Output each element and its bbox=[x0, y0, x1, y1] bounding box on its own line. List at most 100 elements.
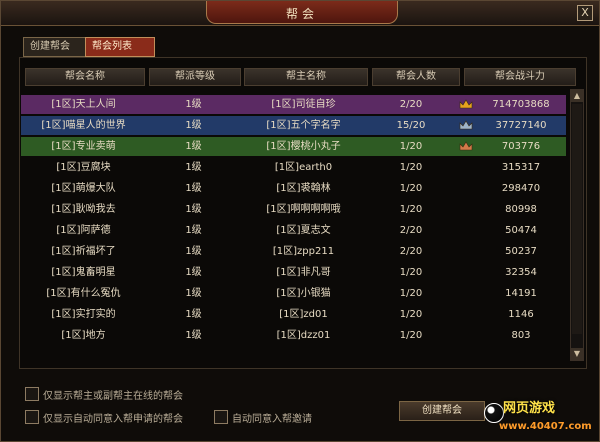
member-count-cell: 1/20 bbox=[399, 309, 423, 320]
header-guild-level[interactable]: 帮派等级 bbox=[149, 68, 241, 86]
tab-guild-list[interactable]: 帮会列表 bbox=[85, 37, 155, 57]
create-guild-button[interactable]: 创建帮会 bbox=[399, 401, 485, 421]
leader-name-cell: [1区]啊啊啊啊哦 bbox=[266, 204, 341, 215]
guild-level-cell: 1级 bbox=[185, 225, 202, 236]
auto-accept-only-checkbox[interactable] bbox=[25, 410, 39, 424]
guild-level-cell: 1级 bbox=[185, 267, 202, 278]
table-row[interactable]: [1区]阿萨德 1级 [1区]夏志文 2/20 50474 bbox=[21, 221, 566, 240]
table-row[interactable]: [1区]祈福坏了 1级 [1区]zpp211 2/20 50237 bbox=[21, 242, 566, 261]
table-row[interactable]: [1区]豆腐块 1级 [1区]earth0 1/20 315317 bbox=[21, 158, 566, 177]
title-bar: 帮会 X bbox=[1, 1, 599, 26]
leader-name-cell: [1区]樱桃小丸子 bbox=[266, 141, 341, 152]
scroll-down-icon[interactable]: ▼ bbox=[571, 348, 583, 360]
guild-level-cell: 1级 bbox=[185, 330, 202, 341]
header-member-count[interactable]: 帮会人数 bbox=[372, 68, 460, 86]
soccer-ball-icon bbox=[484, 403, 504, 423]
guild-level-cell: 1级 bbox=[185, 246, 202, 257]
guild-power-cell: 714703868 bbox=[492, 99, 550, 110]
header-leader-name[interactable]: 帮主名称 bbox=[244, 68, 368, 86]
guild-name-cell: [1区]地方 bbox=[61, 330, 106, 341]
table-row[interactable]: [1区]实打实的 1级 [1区]zd01 1/20 1146 bbox=[21, 305, 566, 324]
leader-name-cell: [1区]五个字名字 bbox=[266, 120, 341, 131]
member-count-cell: 2/20 bbox=[399, 225, 423, 236]
close-button[interactable]: X bbox=[577, 5, 593, 21]
table-row[interactable]: [1区]地方 1级 [1区]dzz01 1/20 803 bbox=[21, 326, 566, 345]
online-only-label: 仅显示帮主或副帮主在线的帮会 bbox=[43, 391, 183, 402]
member-count-cell: 1/20 bbox=[399, 204, 423, 215]
table-row[interactable]: [1区]萌爆大队 1级 [1区]裘翰林 1/20 298470 bbox=[21, 179, 566, 198]
leader-name-cell: [1区]裘翰林 bbox=[276, 183, 331, 194]
guild-name-cell: [1区]有什么冤仇 bbox=[46, 288, 121, 299]
leader-name-cell: [1区]夏志文 bbox=[276, 225, 331, 236]
guild-name-cell: [1区]萌爆大队 bbox=[51, 183, 116, 194]
guild-level-cell: 1级 bbox=[185, 204, 202, 215]
guild-power-cell: 703776 bbox=[501, 141, 541, 152]
member-count-cell: 1/20 bbox=[399, 162, 423, 173]
guild-level-cell: 1级 bbox=[185, 99, 202, 110]
member-count-cell: 1/20 bbox=[399, 267, 423, 278]
watermark-text: 网页游戏 bbox=[503, 401, 556, 416]
scroll-track[interactable] bbox=[572, 104, 582, 334]
member-count-cell: 1/20 bbox=[399, 141, 423, 152]
table-row[interactable]: [1区]鬼畜明星 1级 [1区]非凡哥 1/20 32354 bbox=[21, 263, 566, 282]
title-plate: 帮会 bbox=[206, 1, 398, 24]
member-count-cell: 1/20 bbox=[399, 288, 423, 299]
auto-accept-only-label: 仅显示自动同意入帮申请的帮会 bbox=[43, 414, 183, 425]
guild-window: 帮会 X 创建帮会 帮会列表 帮会名称 帮派等级 帮主名称 帮会人数 帮会战斗力… bbox=[0, 0, 600, 442]
scrollbar[interactable]: ▲ ▼ bbox=[570, 89, 584, 361]
window-title: 帮会 bbox=[285, 7, 318, 21]
leader-name-cell: [1区]earth0 bbox=[274, 162, 333, 173]
guild-name-cell: [1区]耿呦我去 bbox=[51, 204, 116, 215]
crown-gold-icon bbox=[459, 99, 473, 109]
guild-name-cell: [1区]天上人间 bbox=[51, 99, 116, 110]
member-count-cell: 15/20 bbox=[396, 120, 426, 131]
table-row[interactable]: [1区]天上人间 1级 [1区]司徒自珍 2/20 714703868 bbox=[21, 95, 566, 114]
scroll-up-icon[interactable]: ▲ bbox=[571, 90, 583, 102]
watermark-url: www.40407.com bbox=[499, 421, 592, 432]
member-count-cell: 1/20 bbox=[399, 330, 423, 341]
guild-level-cell: 1级 bbox=[185, 141, 202, 152]
header-guild-power[interactable]: 帮会战斗力 bbox=[464, 68, 576, 86]
guild-power-cell: 37727140 bbox=[495, 120, 547, 131]
guild-power-cell: 80998 bbox=[505, 204, 537, 215]
member-count-cell: 1/20 bbox=[399, 183, 423, 194]
guild-name-cell: [1区]专业卖萌 bbox=[51, 141, 116, 152]
auto-accept-invite-label: 自动同意入帮邀请 bbox=[232, 414, 312, 425]
guild-name-cell: [1区]实打实的 bbox=[51, 309, 116, 320]
online-only-checkbox[interactable] bbox=[25, 387, 39, 401]
guild-name-cell: [1区]豆腐块 bbox=[56, 162, 111, 173]
guild-name-cell: [1区]阿萨德 bbox=[56, 225, 111, 236]
table-row[interactable]: [1区]耿呦我去 1级 [1区]啊啊啊啊哦 1/20 80998 bbox=[21, 200, 566, 219]
watermark-logo: 网页游戏 www.40407.com bbox=[481, 395, 599, 441]
guild-power-cell: 1146 bbox=[508, 309, 534, 320]
guild-name-cell: [1区]鬼畜明星 bbox=[51, 267, 116, 278]
tab-create-guild[interactable]: 创建帮会 bbox=[23, 37, 91, 57]
guild-level-cell: 1级 bbox=[185, 162, 202, 173]
auto-accept-invite-checkbox[interactable] bbox=[214, 410, 228, 424]
header-guild-name[interactable]: 帮会名称 bbox=[25, 68, 145, 86]
guild-level-cell: 1级 bbox=[185, 120, 202, 131]
guild-power-cell: 14191 bbox=[505, 288, 537, 299]
member-count-cell: 2/20 bbox=[399, 99, 423, 110]
guild-level-cell: 1级 bbox=[185, 183, 202, 194]
crown-silver-icon bbox=[459, 120, 473, 130]
guild-power-cell: 50237 bbox=[505, 246, 537, 257]
guild-power-cell: 50474 bbox=[505, 225, 537, 236]
table-row[interactable]: [1区]有什么冤仇 1级 [1区]小银猫 1/20 14191 bbox=[21, 284, 566, 303]
guild-power-cell: 298470 bbox=[501, 183, 541, 194]
leader-name-cell: [1区]zd01 bbox=[279, 309, 328, 320]
leader-name-cell: [1区]司徒自珍 bbox=[271, 99, 336, 110]
crown-bronze-icon bbox=[459, 141, 473, 151]
guild-power-cell: 803 bbox=[511, 330, 531, 341]
table-row[interactable]: [1区]专业卖萌 1级 [1区]樱桃小丸子 1/20 703776 bbox=[21, 137, 566, 156]
guild-name-cell: [1区]喵星人的世界 bbox=[41, 120, 126, 131]
table-row[interactable]: [1区]喵星人的世界 1级 [1区]五个字名字 15/20 37727140 bbox=[21, 116, 566, 135]
leader-name-cell: [1区]非凡哥 bbox=[276, 267, 331, 278]
guild-power-cell: 315317 bbox=[501, 162, 541, 173]
member-count-cell: 2/20 bbox=[399, 246, 423, 257]
guild-name-cell: [1区]祈福坏了 bbox=[51, 246, 116, 257]
leader-name-cell: [1区]小银猫 bbox=[276, 288, 331, 299]
guild-level-cell: 1级 bbox=[185, 309, 202, 320]
guild-power-cell: 32354 bbox=[505, 267, 537, 278]
leader-name-cell: [1区]zpp211 bbox=[272, 246, 335, 257]
